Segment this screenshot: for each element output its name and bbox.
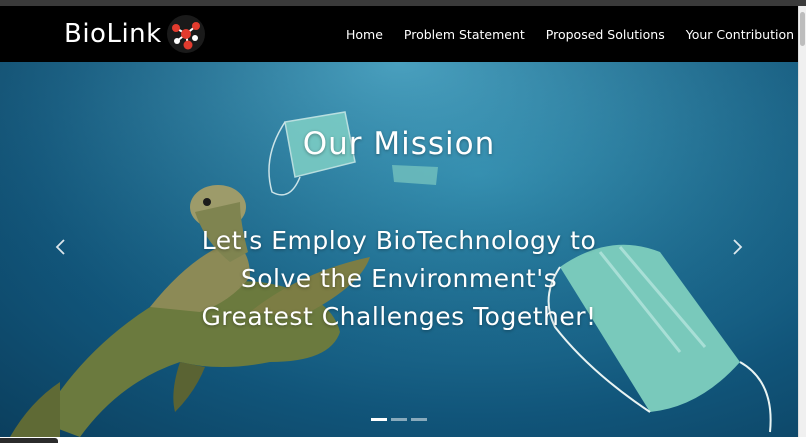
brand-name: BioLink xyxy=(64,19,162,49)
carousel-subtitle-line: Greatest Challenges Together! xyxy=(201,302,597,331)
molecule-logo-icon xyxy=(166,15,205,53)
scrollbar-thumb[interactable] xyxy=(800,12,805,46)
nav-proposed-solutions[interactable]: Proposed Solutions xyxy=(546,27,665,42)
status-bar-chip xyxy=(0,438,58,443)
page-bottom xyxy=(0,437,806,443)
chevron-right-icon xyxy=(733,239,743,255)
carousel-title: Our Mission xyxy=(302,126,496,162)
carousel-prev-button[interactable] xyxy=(45,232,75,262)
nav-home[interactable]: Home xyxy=(346,27,383,42)
carousel-subtitle: Let's Employ BioTechnology to Solve the … xyxy=(0,222,798,336)
carousel-indicator-3[interactable] xyxy=(411,418,427,421)
carousel-subtitle-line: Let's Employ BioTechnology to xyxy=(201,226,597,255)
hero-carousel: Our Mission Let's Employ BioTechnology t… xyxy=(0,62,798,437)
brand[interactable]: BioLink xyxy=(64,14,208,54)
nav-links: Home Problem Statement Proposed Solution… xyxy=(346,6,794,62)
navbar: BioLink Home Problem Statement Proposed … xyxy=(0,6,798,62)
carousel-indicators xyxy=(371,418,427,421)
carousel-indicator-1[interactable] xyxy=(371,418,387,421)
face-mask-distant-image xyxy=(392,165,438,185)
nav-problem-statement[interactable]: Problem Statement xyxy=(404,27,525,42)
nav-your-contribution[interactable]: Your Contribution xyxy=(686,27,794,42)
page-scrollbar[interactable] xyxy=(798,6,806,437)
carousel-next-button[interactable] xyxy=(723,232,753,262)
carousel-subtitle-line: Solve the Environment's xyxy=(240,264,558,293)
chevron-left-icon xyxy=(55,239,65,255)
carousel-indicator-2[interactable] xyxy=(391,418,407,421)
